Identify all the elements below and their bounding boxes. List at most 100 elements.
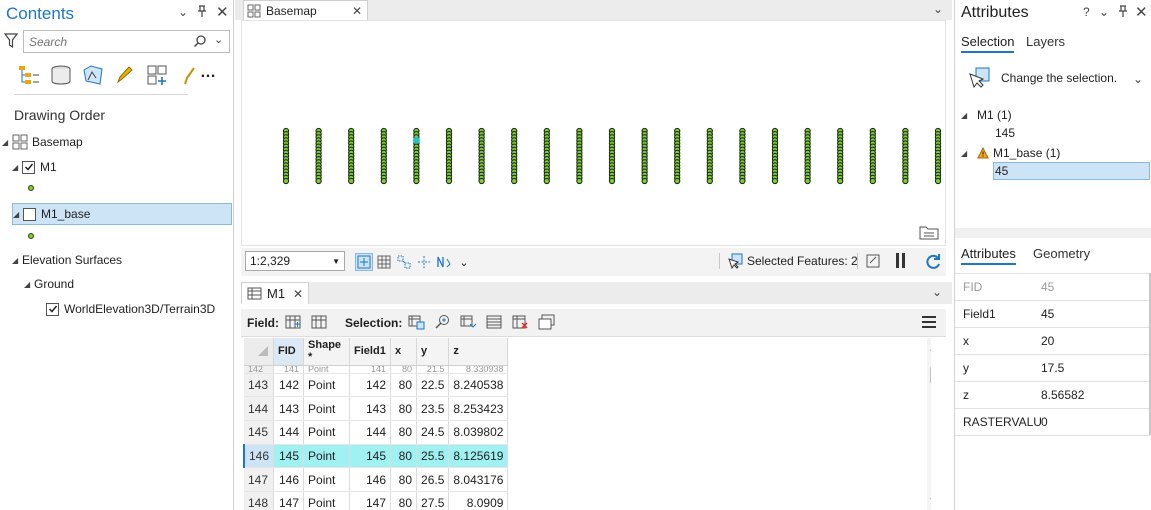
table-cell[interactable]: 147 <box>244 467 275 492</box>
contents-search[interactable]: ⌄ <box>23 30 230 53</box>
table-cell[interactable]: 8.240538 <box>448 373 509 398</box>
expand-triangle-icon[interactable]: ◢ <box>24 280 34 289</box>
tab-m1[interactable]: M1 ✕ <box>241 282 309 304</box>
table-cell[interactable]: 143 <box>273 396 305 421</box>
table-cell[interactable]: 8.039802 <box>448 420 509 445</box>
table-cell[interactable]: 143 <box>349 396 392 421</box>
close-icon[interactable]: ✕ <box>1135 3 1148 21</box>
map-point[interactable] <box>315 177 322 185</box>
chevron-down-icon[interactable]: ⌄ <box>932 285 942 299</box>
column-header-shape[interactable]: Shape * <box>303 338 351 366</box>
tree-item-m1[interactable]: ◢ M1 <box>12 156 57 178</box>
table-cell[interactable]: 147 <box>273 491 305 510</box>
visibility-checkbox[interactable] <box>23 207 36 221</box>
table-cell[interactable]: 21.5 <box>416 365 450 374</box>
table-cell[interactable]: 27.5 <box>416 491 450 510</box>
expand-triangle-icon[interactable]: ◢ <box>961 111 971 120</box>
dropdown-arrow-icon[interactable]: ▼ <box>332 257 340 266</box>
menu-icon[interactable] <box>921 315 937 329</box>
selected-features-indicator[interactable]: Selected Features: 2 <box>727 253 858 269</box>
feature-column[interactable] <box>706 127 713 185</box>
map-point[interactable] <box>869 177 876 185</box>
vertical-scrollbar[interactable]: ︿ ﹀ <box>927 338 931 510</box>
attribute-row-field1[interactable]: Field1 45 <box>955 301 1151 328</box>
map-point[interactable] <box>348 177 355 185</box>
visibility-checkbox[interactable] <box>22 160 35 174</box>
attribute-value[interactable]: 45 <box>1041 307 1151 321</box>
pane-splitter[interactable] <box>955 228 1151 238</box>
feature-column[interactable] <box>576 127 583 185</box>
feature-column[interactable] <box>282 127 290 185</box>
attribution-icon[interactable] <box>919 224 939 240</box>
map-point[interactable] <box>543 177 550 185</box>
feature-column[interactable] <box>837 127 844 185</box>
table-cell[interactable]: 141 <box>273 365 305 374</box>
table-cell[interactable]: 80 <box>390 467 418 492</box>
attribute-row-y[interactable]: y 17.5 <box>955 355 1151 382</box>
table-cell[interactable]: 80 <box>390 444 418 469</box>
table-cell[interactable]: 80 <box>390 420 418 445</box>
tab-attributes[interactable]: Attributes <box>961 246 1016 265</box>
feature-column[interactable] <box>348 127 355 185</box>
feature-column[interactable] <box>608 127 616 185</box>
list-by-snapping-icon[interactable] <box>144 62 170 88</box>
select-by-attributes-icon[interactable] <box>408 314 425 330</box>
attribute-row-x[interactable]: x 20 <box>955 328 1151 355</box>
list-by-drawing-order-icon[interactable] <box>16 62 42 88</box>
feature-column[interactable] <box>934 127 942 185</box>
table-cell[interactable]: 26.5 <box>416 467 450 492</box>
map-point[interactable] <box>445 177 453 185</box>
table-cell[interactable]: 8.043176 <box>448 467 509 492</box>
feature-column[interactable] <box>380 127 387 185</box>
table-cell[interactable]: 23.5 <box>416 396 450 421</box>
scroll-up-icon[interactable]: ︿ <box>930 340 931 353</box>
chevron-down-icon[interactable]: ⌄ <box>1099 5 1109 19</box>
refresh-layout-icon[interactable] <box>866 253 880 269</box>
chevron-down-icon[interactable]: ⌄ <box>455 253 473 271</box>
table-cell[interactable]: 8.125619 <box>448 444 509 469</box>
scrollbar-thumb[interactable] <box>930 365 931 385</box>
map-point[interactable] <box>641 177 648 185</box>
attribute-table[interactable]: FID Shape * Field1 x y z 142 141 Point 141 8… <box>241 338 931 510</box>
calculate-field-icon[interactable] <box>311 314 327 330</box>
table-row[interactable]: 145 144 Point 144 80 24.5 8.039802 <box>244 420 509 445</box>
expand-triangle-icon[interactable]: ◢ <box>961 149 971 158</box>
close-icon[interactable]: ✕ <box>352 4 362 18</box>
table-cell[interactable]: 144 <box>244 396 275 421</box>
chevron-down-icon[interactable]: ⌄ <box>214 33 223 46</box>
column-header-x[interactable]: x <box>390 338 418 366</box>
table-cell[interactable]: Point <box>303 396 351 421</box>
refresh-icon[interactable] <box>924 252 942 270</box>
attribute-row-z[interactable]: z 8.56582 <box>955 382 1151 409</box>
map-point[interactable] <box>282 177 290 185</box>
table-cell[interactable]: 148 <box>244 491 275 510</box>
copy-selected-icon[interactable] <box>538 314 555 330</box>
table-cell[interactable]: 146 <box>349 467 392 492</box>
column-header-z[interactable]: z <box>448 338 509 366</box>
map-point[interactable] <box>608 177 616 185</box>
map-point[interactable] <box>576 177 583 185</box>
map-point[interactable] <box>706 177 713 185</box>
map-view[interactable] <box>241 20 946 246</box>
table-cell[interactable]: 141 <box>349 365 392 374</box>
table-row[interactable]: 147 146 Point 146 80 26.5 8.043176 <box>244 467 509 492</box>
switch-selection-icon[interactable] <box>460 314 477 330</box>
map-point[interactable] <box>804 177 811 185</box>
table-row-selected[interactable]: 146 145 Point 145 80 25.5 8.125619 <box>243 444 509 469</box>
list-by-selection-icon[interactable] <box>80 62 106 88</box>
search-icon[interactable] <box>193 34 207 48</box>
table-cell[interactable]: Point <box>303 444 351 469</box>
table-cell[interactable]: 142 <box>273 373 305 398</box>
table-cell[interactable]: 142 <box>349 373 392 398</box>
map-canvas[interactable] <box>242 21 945 245</box>
expand-triangle-icon[interactable]: ◢ <box>12 256 22 265</box>
add-field-icon[interactable] <box>285 314 301 330</box>
table-cell[interactable]: 142 <box>244 365 275 374</box>
feature-column[interactable] <box>641 127 648 185</box>
table-cell[interactable]: 8.253423 <box>448 396 509 421</box>
attribute-value[interactable]: 17.5 <box>1041 361 1151 375</box>
tree-item-terrain[interactable]: WorldElevation3D/Terrain3D <box>46 298 215 320</box>
list-by-data-source-icon[interactable] <box>48 62 74 88</box>
map-point[interactable] <box>413 177 420 185</box>
table-cell[interactable]: 80 <box>390 365 418 374</box>
